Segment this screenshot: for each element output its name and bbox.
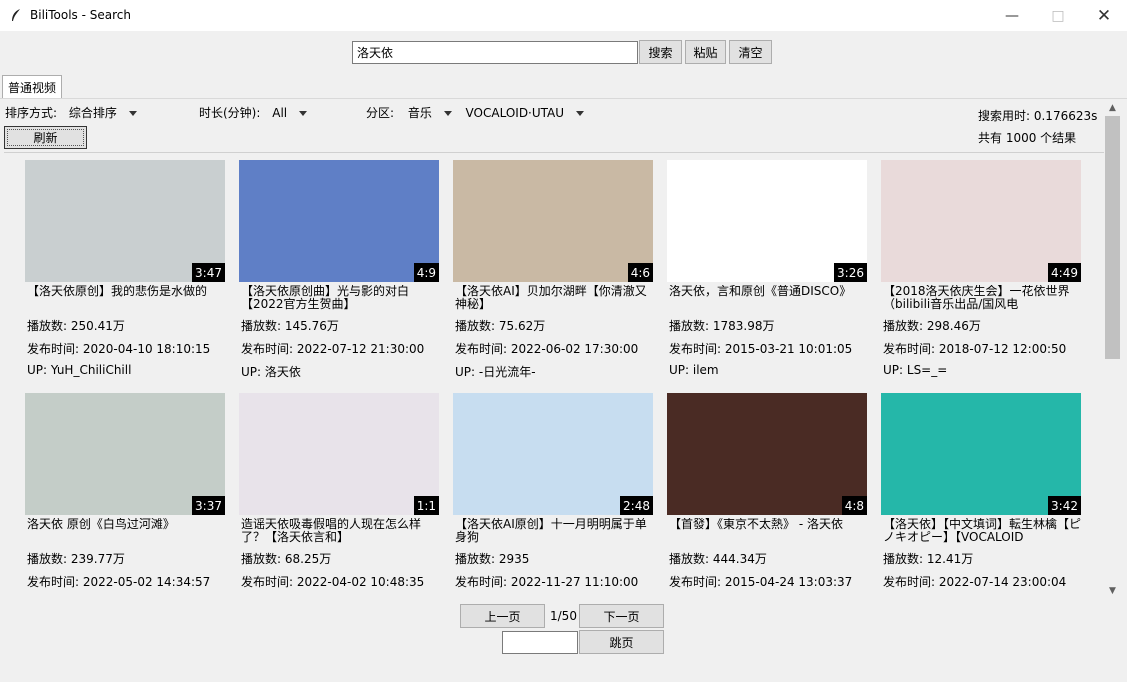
play-count: 播放数: 68.25万 bbox=[241, 552, 332, 566]
publish-time: 发布时间: 2022-07-12 21:30:00 bbox=[241, 342, 425, 356]
video-title[interactable]: 造谣天依吸毒假唱的人现在怎么样了？【洛天依言和】 bbox=[241, 518, 441, 544]
publish-time: 发布时间: 2022-04-02 10:48:35 bbox=[241, 575, 425, 589]
play-count: 播放数: 1783.98万 bbox=[669, 319, 775, 333]
video-thumbnail[interactable]: 4:6 bbox=[453, 160, 653, 282]
uploader[interactable]: UP: LS=_= bbox=[883, 363, 947, 377]
duration-badge: 4:9 bbox=[413, 263, 439, 282]
sort-filter[interactable]: 排序方式: 综合排序 bbox=[5, 104, 137, 121]
duration-badge: 4:8 bbox=[841, 496, 867, 515]
video-thumbnail[interactable]: 4:49 bbox=[881, 160, 1081, 282]
publish-time: 发布时间: 2022-06-02 17:30:00 bbox=[455, 342, 639, 356]
play-count: 播放数: 444.34万 bbox=[669, 552, 767, 566]
publish-time: 发布时间: 2022-05-02 14:34:57 bbox=[27, 575, 211, 589]
publish-time: 发布时间: 2022-11-27 11:10:00 bbox=[455, 575, 639, 589]
chevron-down-icon[interactable] bbox=[575, 111, 584, 116]
chevron-down-icon[interactable] bbox=[298, 111, 307, 116]
sort-label: 排序方式: bbox=[5, 106, 58, 120]
prev-page-button[interactable]: 上一页 bbox=[460, 604, 545, 628]
duration-value[interactable]: All bbox=[272, 106, 287, 120]
publish-time: 发布时间: 2018-07-12 12:00:50 bbox=[883, 342, 1067, 356]
video-title[interactable]: 【洛天依原创】我的悲伤是水做的 bbox=[27, 285, 227, 311]
results-panel: 3:47 【洛天依原创】我的悲伤是水做的播放数: 250.41万发布时间: 202… bbox=[4, 152, 1104, 598]
refresh-button[interactable]: 刷新 bbox=[4, 126, 87, 149]
jump-page-input[interactable] bbox=[502, 631, 578, 654]
scroll-down-icon[interactable]: ▼ bbox=[1104, 582, 1121, 599]
duration-badge: 3:37 bbox=[192, 496, 225, 515]
video-thumbnail[interactable]: 4:9 bbox=[239, 160, 439, 282]
duration-badge: 1:1 bbox=[413, 496, 439, 515]
play-count: 播放数: 145.76万 bbox=[241, 319, 339, 333]
result-count: 共有 1000 个结果 bbox=[978, 131, 1077, 145]
scrollbar[interactable]: ▲ ▼ bbox=[1104, 99, 1121, 599]
zone-value[interactable]: 音乐 bbox=[408, 106, 432, 120]
search-input[interactable] bbox=[352, 41, 638, 64]
play-count: 播放数: 75.62万 bbox=[455, 319, 546, 333]
uploader[interactable]: UP: ilem bbox=[669, 363, 719, 377]
tab-normal-video[interactable]: 普通视频 bbox=[2, 75, 62, 99]
zone-filter[interactable]: 分区: 音乐 VOCALOID·UTAU bbox=[366, 104, 584, 121]
sort-value[interactable]: 综合排序 bbox=[69, 106, 117, 120]
title-bar: BiliTools - Search — □ ✕ bbox=[0, 0, 1127, 31]
uploader[interactable]: UP: ... bbox=[669, 596, 704, 598]
video-title[interactable]: 【洛天依AI原创】十一月明明属于单身狗 bbox=[455, 518, 655, 544]
play-count: 播放数: 239.77万 bbox=[27, 552, 125, 566]
uploader[interactable]: UP: ... bbox=[27, 596, 62, 598]
video-title[interactable]: 【洛天依AI】贝加尔湖畔【你清澈又神秘】 bbox=[455, 285, 655, 311]
duration-badge: 4:6 bbox=[627, 263, 653, 282]
video-thumbnail[interactable]: 3:26 bbox=[667, 160, 867, 282]
play-count: 播放数: 250.41万 bbox=[27, 319, 125, 333]
window-title: BiliTools - Search bbox=[30, 8, 131, 22]
duration-label: 时长(分钟): bbox=[199, 106, 261, 120]
uploader[interactable]: UP: ... bbox=[883, 596, 918, 598]
duration-badge: 4:49 bbox=[1048, 263, 1081, 282]
video-thumbnail[interactable]: 4:8 bbox=[667, 393, 867, 515]
video-title[interactable]: 洛天依，言和原创《普通DISCO》 bbox=[669, 285, 869, 311]
duration-filter[interactable]: 时长(分钟): All bbox=[199, 104, 307, 121]
video-thumbnail[interactable]: 3:42 bbox=[881, 393, 1081, 515]
publish-time: 发布时间: 2015-03-21 10:01:05 bbox=[669, 342, 853, 356]
video-thumbnail[interactable]: 3:47 bbox=[25, 160, 225, 282]
uploader[interactable]: UP: YuH_ChiliChill bbox=[27, 363, 131, 377]
duration-badge: 3:26 bbox=[834, 263, 867, 282]
publish-time: 发布时间: 2020-04-10 18:10:15 bbox=[27, 342, 211, 356]
duration-badge: 3:42 bbox=[1048, 496, 1081, 515]
jump-page-button[interactable]: 跳页 bbox=[579, 630, 664, 654]
zone-label: 分区: bbox=[366, 106, 395, 120]
minimize-icon[interactable]: — bbox=[989, 0, 1035, 31]
search-button[interactable]: 搜索 bbox=[639, 40, 682, 64]
clear-button[interactable]: 清空 bbox=[729, 40, 772, 64]
video-title[interactable]: 【洛天依】【中文填词】転生林檎【ピノキオピー】【VOCALOID bbox=[883, 518, 1083, 544]
duration-badge: 3:47 bbox=[192, 263, 225, 282]
subzone-value[interactable]: VOCALOID·UTAU bbox=[466, 106, 565, 120]
next-page-button[interactable]: 下一页 bbox=[579, 604, 664, 628]
video-title[interactable]: 【洛天依原创曲】光与影的对白【2022官方生贺曲】 bbox=[241, 285, 441, 311]
video-thumbnail[interactable]: 1:1 bbox=[239, 393, 439, 515]
publish-time: 发布时间: 2022-07-14 23:00:04 bbox=[883, 575, 1067, 589]
close-icon[interactable]: ✕ bbox=[1081, 0, 1127, 31]
uploader[interactable]: UP: ... bbox=[241, 596, 276, 598]
uploader[interactable]: UP: -日光流年- bbox=[455, 363, 536, 380]
page-indicator: 1/50 bbox=[550, 609, 577, 623]
uploader[interactable]: UP: 洛天依 bbox=[241, 363, 301, 380]
tab-divider bbox=[0, 98, 1127, 99]
feather-icon bbox=[12, 9, 20, 21]
video-title[interactable]: 【2018洛天依庆生会】一花依世界（bilibili音乐出品/国风电 bbox=[883, 285, 1083, 311]
publish-time: 发布时间: 2015-04-24 13:03:37 bbox=[669, 575, 853, 589]
video-title[interactable]: 洛天依 原创《白鸟过河滩》 bbox=[27, 518, 227, 544]
uploader[interactable]: UP: ... bbox=[455, 596, 490, 598]
paste-button[interactable]: 粘贴 bbox=[685, 40, 726, 64]
play-count: 播放数: 298.46万 bbox=[883, 319, 981, 333]
chevron-down-icon[interactable] bbox=[128, 111, 137, 116]
play-count: 播放数: 2935 bbox=[455, 552, 530, 566]
scroll-thumb[interactable] bbox=[1105, 116, 1120, 359]
chevron-down-icon[interactable] bbox=[443, 111, 452, 116]
maximize-icon[interactable]: □ bbox=[1035, 0, 1081, 31]
search-time: 搜索用时: 0.176623s bbox=[978, 109, 1098, 123]
video-thumbnail[interactable]: 3:37 bbox=[25, 393, 225, 515]
play-count: 播放数: 12.41万 bbox=[883, 552, 974, 566]
scroll-up-icon[interactable]: ▲ bbox=[1104, 99, 1121, 116]
duration-badge: 2:48 bbox=[620, 496, 653, 515]
video-thumbnail[interactable]: 2:48 bbox=[453, 393, 653, 515]
video-title[interactable]: 【首發】《東京不太熱》 - 洛天依 bbox=[669, 518, 869, 544]
